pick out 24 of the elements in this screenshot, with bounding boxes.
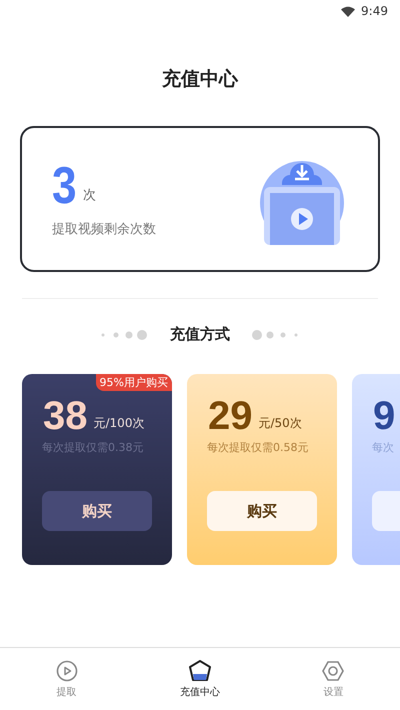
- play-icon: [56, 660, 78, 682]
- page-title: 充值中心: [162, 67, 238, 92]
- settings-icon: [321, 660, 346, 682]
- plan-note: 每次提取仅需0.58元: [206, 440, 310, 455]
- plan-unit: 元/50次: [258, 415, 302, 432]
- plan-note: 每次提取仅需0.38元: [41, 440, 144, 455]
- crown-icon: [188, 660, 212, 682]
- plan-note: 每次: [371, 440, 395, 455]
- count-unit: 次: [82, 187, 96, 204]
- remaining-count: 3: [52, 160, 77, 212]
- plan-price: 38: [43, 396, 88, 436]
- plan-price: 9: [373, 396, 396, 436]
- popular-badge: 95%用户购买: [96, 374, 172, 391]
- plan-price: 29: [208, 396, 252, 436]
- buy-button[interactable]: 购买: [42, 491, 152, 531]
- status-time: 9:49: [361, 4, 388, 18]
- buy-button[interactable]: 购买: [207, 491, 317, 531]
- nav-tab[interactable]: 设置: [293, 660, 374, 698]
- nav-tab[interactable]: 提取: [26, 660, 107, 698]
- plan-unit: 元/100次: [94, 415, 144, 432]
- balance-caption: 提取视频剩余次数: [52, 221, 156, 238]
- wifi-icon: [341, 6, 356, 16]
- section-title: 充值方式: [170, 325, 230, 344]
- nav-tab[interactable]: 充值中心: [160, 660, 240, 698]
